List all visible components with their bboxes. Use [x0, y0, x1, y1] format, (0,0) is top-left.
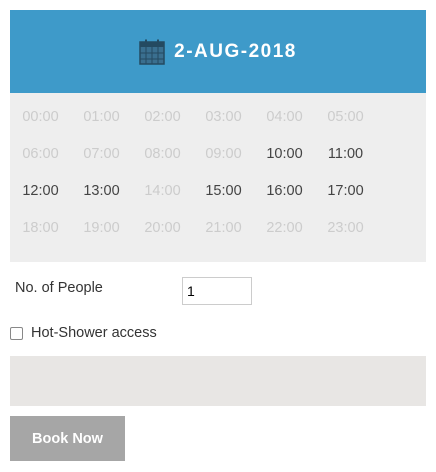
time-slot[interactable]: 17:00: [315, 172, 376, 209]
time-slot: 23:00: [327, 219, 364, 236]
shower-option[interactable]: Hot-Shower access: [10, 325, 157, 341]
hot-shower-checkbox[interactable]: [10, 326, 23, 340]
time-slot[interactable]: 10:00: [254, 135, 315, 172]
time-slot[interactable]: 13:00: [71, 172, 132, 209]
selected-date: 2-AUG-2018: [174, 40, 297, 62]
date-header: 2-AUG-2018: [10, 10, 426, 93]
time-slot: 09:00: [205, 145, 242, 162]
time-slot-grid: 00:00 01:00 02:00 03:00 04:00 05:00 06:00 07:00…: [10, 93, 426, 262]
time-slot: 21:00: [205, 219, 242, 236]
time-slot: 01:00: [83, 108, 120, 125]
time-slot: 04:00: [266, 108, 303, 125]
time-slot[interactable]: 15:00: [193, 172, 254, 209]
hot-shower-label[interactable]: Hot-Shower access: [31, 325, 157, 341]
time-slot: 06:00: [22, 145, 59, 162]
time-slot[interactable]: 16:00: [254, 172, 315, 209]
booking-widget: 2-AUG-2018 00:00 01:00 02:00 03:00 04:00 05:0…: [0, 0, 436, 472]
time-slot: 20:00: [144, 219, 181, 236]
time-slot: 00:00: [22, 108, 59, 125]
time-slot: 19:00: [83, 219, 120, 236]
time-slot: 05:00: [327, 108, 364, 125]
time-slot[interactable]: 12:00: [10, 172, 71, 209]
info-panel: [10, 356, 426, 406]
time-slot[interactable]: 11:00: [315, 135, 376, 172]
time-slot: 14:00: [144, 182, 181, 199]
people-input[interactable]: [182, 277, 252, 305]
people-label: No. of People: [15, 280, 103, 296]
calendar-icon: [139, 39, 165, 65]
time-slot: 22:00: [266, 219, 303, 236]
book-now-button[interactable]: Book Now: [10, 416, 125, 461]
time-slot: 07:00: [83, 145, 120, 162]
time-slot: 03:00: [205, 108, 242, 125]
time-slot: 02:00: [144, 108, 181, 125]
time-slot: 08:00: [144, 145, 181, 162]
time-slot: 18:00: [22, 219, 59, 236]
